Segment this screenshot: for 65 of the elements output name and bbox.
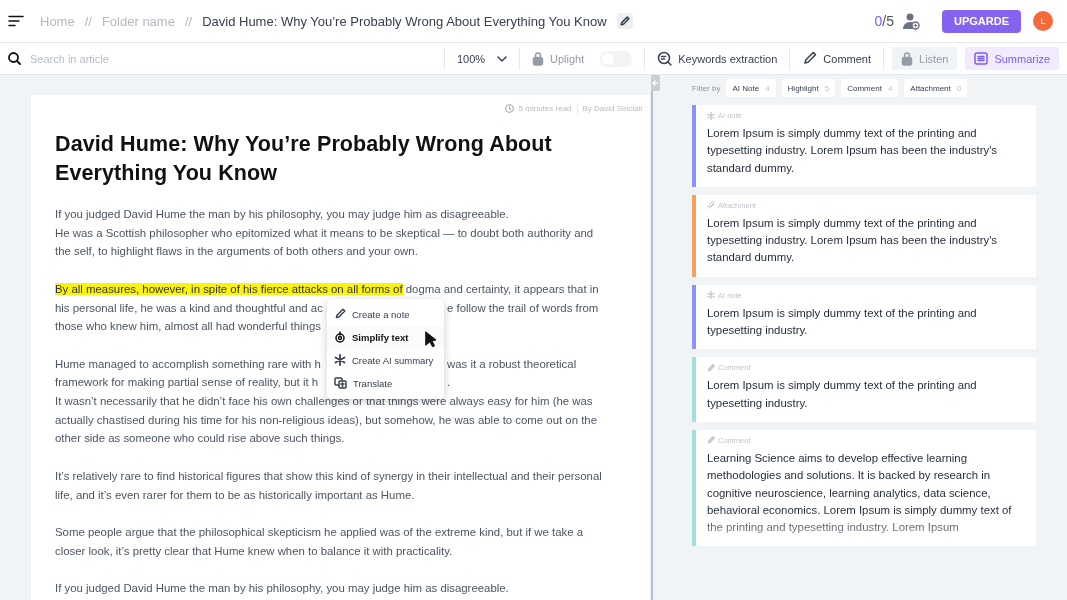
arrow-left-icon <box>652 80 659 86</box>
pencil-icon <box>619 15 631 27</box>
article-text: He was a Scottish philosopher who epitomized what it means to be skeptical — to doubt both authority and <box>55 225 594 241</box>
asterisk-icon <box>707 111 715 120</box>
article-text: By all measures, however, in spite of his fierce attacks on all forms of dogma and certainty, it appears that in <box>55 281 599 297</box>
cursor-icon <box>425 330 437 347</box>
pencil-icon <box>334 308 346 321</box>
translate-icon <box>334 377 347 390</box>
keywords-button[interactable]: Keywords extraction <box>653 47 782 70</box>
article-text: Some people argue that the philosophical skepticism he applied was of the extreme kind, but if we take a <box>55 524 584 540</box>
article-text: It’s relatively rare to find historical figures that show this kind of synergy in their intellectual and their personal <box>55 468 602 484</box>
pencil-icon <box>707 363 715 372</box>
list-icon <box>974 52 989 65</box>
paperclip-icon <box>707 201 715 210</box>
search-icon <box>8 52 21 65</box>
menu-item[interactable]: Simplify text <box>327 325 444 349</box>
usage-count: 0/5 <box>874 13 894 29</box>
search-field[interactable]: Search in article <box>28 51 436 66</box>
article-text: the self, to highlight flaws in the arguments of both others and your own. <box>55 244 418 260</box>
article-text: . <box>447 375 451 391</box>
author-name: By David Sinclair <box>582 104 643 113</box>
article-text: his personal life, he was a kind and thoughtful and ac <box>55 300 324 316</box>
note-text: Lorem Ipsum is simply dummy text of the printing and typesetting industry. Lorem Ipsum has been the industry's standard dummy. <box>707 215 999 266</box>
note-text: Lorem Ipsum is simply dummy text of the printing and typesetting industry. <box>707 305 978 339</box>
article-text: those who knew him, almost all had wonderful things <box>55 319 321 335</box>
article-text: Hume managed to accomplish something rare with h <box>55 356 322 372</box>
summarize-button[interactable]: Summarize <box>965 47 1059 70</box>
article-text: If you judged David Hume the man by his philosophy, you may judge him as disagreeable. <box>55 581 509 596</box>
pencil-icon <box>802 51 818 66</box>
lock-icon <box>532 51 545 66</box>
lock-icon <box>901 51 913 66</box>
upgrade-button[interactable]: UPGARDE <box>942 9 1021 33</box>
document-title: David Hume: Why You’re Probably Wrong About Everything You Know <box>202 13 607 29</box>
collapse-button[interactable] <box>651 75 660 91</box>
uplight-label: Uplight <box>550 52 585 65</box>
reading-time: 5 minutes read <box>518 104 572 113</box>
article-text: was it a robust theoretical <box>447 356 577 372</box>
article-text: e follow the trail of words from <box>447 300 599 316</box>
search-text-icon <box>657 51 673 66</box>
menu-icon <box>8 15 24 27</box>
article-text: closer look, it’s pretty clear that Hume knew when to balance it with practicality. <box>55 543 453 559</box>
asterisk-icon <box>334 354 346 367</box>
article-text: framework for making partial sense of reality, but it h <box>55 375 320 391</box>
menu-item[interactable]: Translate <box>327 371 444 395</box>
note-text: Lorem Ipsum is simply dummy text of the printing and typesetting industry. <box>707 378 978 411</box>
breadcrumb-separator: // <box>184 13 193 29</box>
user-add-icon <box>902 12 920 30</box>
article-text: actually chastised during his time for his non-religious ideas), but somehow, he was able to come out on the <box>55 412 597 428</box>
menu-item[interactable]: Create a note <box>327 302 444 326</box>
article-text: life, and it’s even rarer for them to be as historically important as Hume. <box>55 487 415 503</box>
note-text: Lorem Ipsum is simply dummy text of the printing and typesetting industry. Lorem Ipsum has been the industry's standard dummy. <box>707 126 999 176</box>
chevron-down-icon <box>497 55 508 62</box>
comment-button[interactable]: Comment <box>798 47 875 70</box>
menu-item[interactable]: Create AI summary <box>327 348 444 372</box>
filter-label: Filter by <box>692 83 721 93</box>
zoom-select[interactable]: 100% <box>452 47 512 70</box>
article-text: If you judged David Hume the man by his philosophy, you may judge him as disagreeable. <box>55 207 509 222</box>
clock-icon <box>504 104 514 113</box>
note-text: Learning Science aims to develop effective learning methodologies and solutions. It is backed by research in cognitive neuroscience, learning analytics, data science, behavioral economics. Lorem Ipsum is simply dummy text of the printing and typesetting industry. Lorem Ipsum <box>707 450 1013 536</box>
asterisk-icon <box>707 291 715 300</box>
edit-button[interactable] <box>616 13 633 29</box>
article-title: David Hume: Why You’re Probably Wrong About Everything You Know <box>55 131 553 187</box>
breadcrumb-separator: // <box>84 13 92 29</box>
pencil-icon <box>707 436 715 445</box>
article-text: other side as someone who could rise above such things. <box>55 431 345 447</box>
